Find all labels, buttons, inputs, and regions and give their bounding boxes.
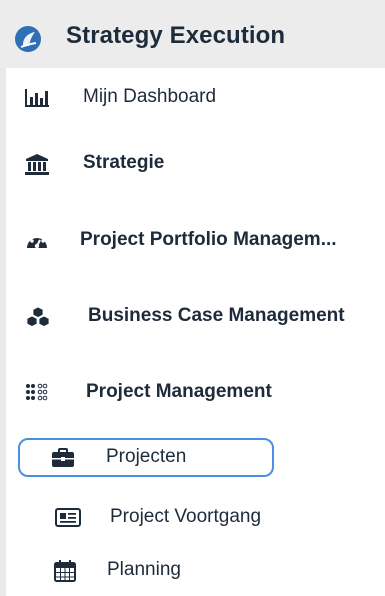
briefcase-icon <box>52 448 74 467</box>
nav-item-project-portfolio-management[interactable]: Project Portfolio Managem... <box>6 220 385 260</box>
calendar-icon <box>54 560 76 582</box>
nav-item-projecten[interactable]: Projecten <box>18 438 274 478</box>
nav-item-label: Project Voortgang <box>110 506 262 527</box>
nav-item-business-case-management[interactable]: Business Case Management <box>6 296 385 336</box>
nav-item-label: Planning <box>107 559 181 580</box>
nav-item-strategie[interactable]: Strategie <box>6 143 385 183</box>
nav-item-project-management[interactable]: Project Management <box>6 372 385 412</box>
nav-item-planning[interactable]: Planning <box>6 550 385 590</box>
dots-grid-icon <box>26 383 48 401</box>
nav-item-label: Project Management <box>86 381 272 402</box>
app-header: Strategy Execution <box>0 0 385 68</box>
app-logo-icon <box>15 26 41 52</box>
bar-chart-icon <box>25 89 49 107</box>
institution-icon <box>25 154 49 175</box>
nav-item-mijn-dashboard[interactable]: Mijn Dashboard <box>6 77 385 117</box>
newspaper-icon <box>55 508 81 527</box>
nav-item-label: Business Case Management <box>88 305 345 326</box>
sidebar: Strategy Execution Mijn Dashboard Strate… <box>0 0 385 596</box>
nav-item-label: Projecten <box>106 446 187 467</box>
nav-item-label: Strategie <box>83 152 165 173</box>
nav-item-label: Project Portfolio Managem... <box>80 229 337 250</box>
nav-item-label: Mijn Dashboard <box>83 86 217 107</box>
nav-item-project-voortgang[interactable]: Project Voortgang <box>6 497 385 537</box>
app-title: Strategy Execution <box>66 22 286 49</box>
gauge-icon <box>27 234 47 249</box>
cubes-icon <box>26 306 50 327</box>
